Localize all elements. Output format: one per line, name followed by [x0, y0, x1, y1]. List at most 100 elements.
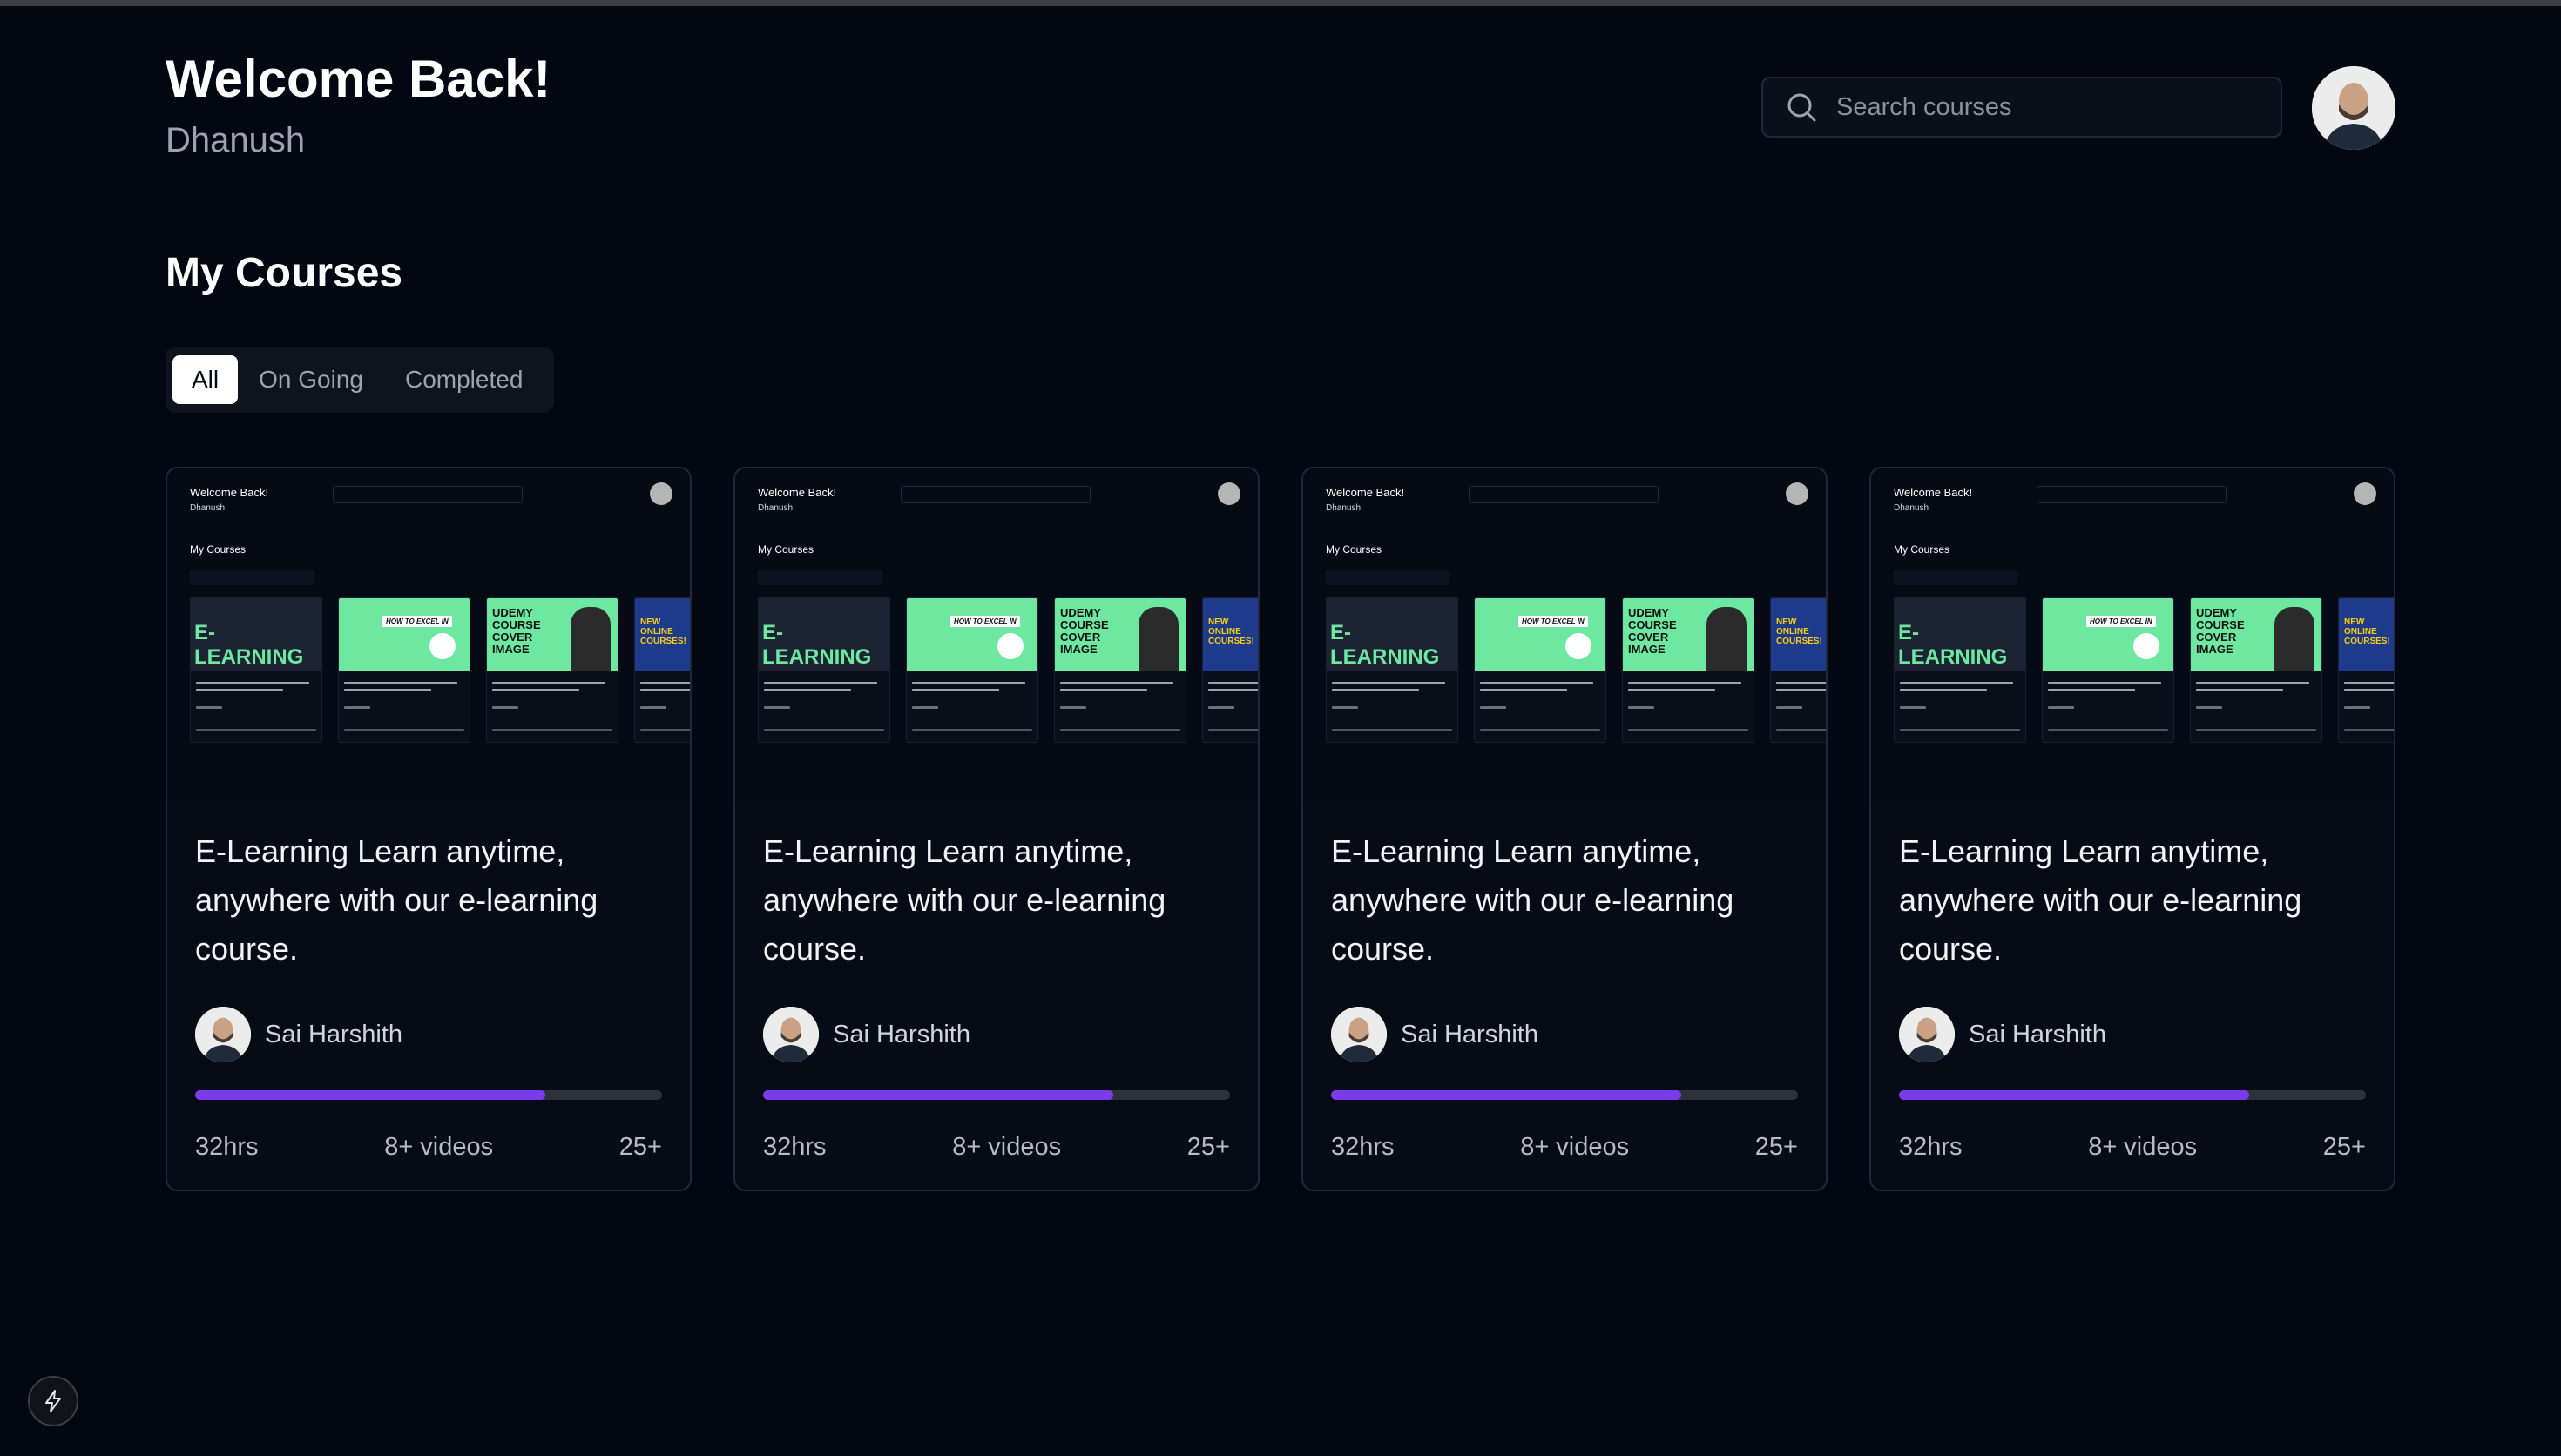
course-progress-fill — [195, 1090, 545, 1100]
course-stats: 32hrs 8+ videos 25+ — [763, 1133, 1230, 1162]
course-card-body: E-Learning Learn anytime, anywhere with … — [1899, 827, 2369, 1162]
thumb-line — [196, 682, 309, 684]
thumb-cover-image: NEW ONLINE COURSES! — [1771, 598, 1826, 671]
course-title: E-Learning Learn anytime, anywhere with … — [763, 833, 1166, 967]
thumb-cover-label: NEW ONLINE COURSES! — [1776, 617, 1822, 646]
thumb-line — [2048, 729, 2168, 731]
search-bar[interactable] — [1761, 77, 2282, 138]
thumb-line — [2048, 706, 2074, 709]
thumb-line — [492, 729, 612, 731]
thumb-line — [912, 706, 938, 709]
author-avatar-image — [763, 1007, 819, 1062]
course-card-body: E-Learning Learn anytime, anywhere with … — [195, 827, 666, 1162]
thumb-cover-label: E-LEARNING — [1330, 621, 1440, 669]
thumb-line — [1332, 706, 1358, 709]
author-avatar — [195, 1007, 251, 1062]
thumb-line — [764, 706, 790, 709]
username: Dhanush — [166, 121, 306, 159]
thumb-cover-image: UDEMY COURSE COVER IMAGE — [2191, 598, 2321, 671]
thumb-line — [1900, 706, 1926, 709]
course-card[interactable]: Welcome Back! Dhanush My Courses E-LEARNING… — [733, 467, 1260, 1191]
author-avatar-image — [1331, 1007, 1387, 1062]
course-card-body: E-Learning Learn anytime, anywhere with … — [763, 827, 1233, 1162]
thumb-card: E-LEARNING — [1326, 597, 1458, 743]
thumb-line — [492, 682, 605, 684]
thumb-cover-label: NEW ONLINE COURSES! — [2344, 617, 2390, 646]
thumb-username: Dhanush — [1326, 503, 1362, 513]
author-name: Sai Harshith — [265, 1020, 402, 1048]
thumb-line — [764, 682, 877, 684]
thumb-cover-image: E-LEARNING — [759, 598, 889, 671]
thumb-tabs — [1894, 570, 2017, 585]
course-thumbnail: Welcome Back! Dhanush My Courses E-LEARNING… — [1303, 468, 1826, 803]
author-name: Sai Harshith — [1969, 1020, 2106, 1048]
thumb-card: HOW TO EXCEL IN — [1474, 597, 1606, 743]
thumb-cover-label: HOW TO EXCEL IN — [950, 616, 1020, 627]
thumb-line — [1628, 729, 1748, 731]
thumb-avatar — [2354, 482, 2376, 505]
thumb-section: My Courses — [758, 543, 814, 556]
excel-icon — [997, 633, 1024, 659]
thumb-line — [1900, 682, 2013, 684]
avatar-image — [2312, 66, 2395, 150]
thumb-line — [2048, 689, 2135, 691]
thumb-tabs — [190, 570, 314, 585]
course-title: E-Learning Learn anytime, anywhere with … — [1331, 833, 1734, 967]
thumb-cover-image: UDEMY COURSE COVER IMAGE — [1623, 598, 1754, 671]
tab-all[interactable]: All — [172, 355, 239, 404]
thumb-welcome: Welcome Back! — [1894, 486, 1973, 499]
user-avatar[interactable] — [2312, 66, 2395, 150]
thumb-cover-image: HOW TO EXCEL IN — [1475, 598, 1605, 671]
thumb-line — [2196, 706, 2222, 709]
thumb-line — [1628, 682, 1741, 684]
course-filter-tabs: All On Going Completed — [166, 347, 554, 413]
thumb-line — [344, 682, 457, 684]
course-videos: 8+ videos — [2088, 1133, 2198, 1161]
thumb-line — [640, 729, 690, 731]
thumb-line — [344, 729, 464, 731]
thumb-cover-image: HOW TO EXCEL IN — [2043, 598, 2173, 671]
bolt-button[interactable] — [28, 1376, 78, 1426]
course-extra: 25+ — [618, 1133, 662, 1161]
tab-on-going[interactable]: On Going — [238, 355, 384, 404]
thumb-line — [1208, 682, 1258, 684]
thumb-cover-label: HOW TO EXCEL IN — [2086, 616, 2156, 627]
thumb-card: NEW ONLINE COURSES! — [634, 597, 690, 743]
thumb-tabs — [758, 570, 882, 585]
thumb-person — [1139, 607, 1179, 671]
author-avatar — [763, 1007, 819, 1062]
thumb-username: Dhanush — [1894, 503, 1929, 513]
course-card[interactable]: Welcome Back! Dhanush My Courses E-LEARNING… — [166, 467, 692, 1191]
thumb-card: UDEMY COURSE COVER IMAGE — [2190, 597, 2322, 743]
thumb-cover-image: NEW ONLINE COURSES! — [635, 598, 690, 671]
thumb-cover-image: E-LEARNING — [1327, 598, 1457, 671]
thumb-avatar — [650, 482, 672, 505]
author-name: Sai Harshith — [1401, 1020, 1538, 1048]
thumb-cover-label: E-LEARNING — [1898, 621, 2008, 669]
thumb-line — [2196, 682, 2309, 684]
thumb-line — [1776, 682, 1826, 684]
thumb-line — [912, 689, 999, 691]
thumb-line — [764, 689, 851, 691]
course-card[interactable]: Welcome Back! Dhanush My Courses E-LEARNING… — [1869, 467, 2395, 1191]
thumb-cover-label: E-LEARNING — [194, 621, 304, 669]
welcome-heading: Welcome Back! — [166, 50, 551, 108]
thumb-section: My Courses — [1894, 543, 1950, 556]
course-title: E-Learning Learn anytime, anywhere with … — [195, 833, 598, 967]
bolt-icon — [45, 1390, 61, 1412]
thumb-line — [1628, 706, 1654, 709]
thumb-line — [2344, 729, 2394, 731]
thumb-line — [1480, 689, 1567, 691]
thumb-cover-label: UDEMY COURSE COVER IMAGE — [1628, 606, 1677, 656]
thumb-line — [196, 689, 283, 691]
thumb-card: UDEMY COURSE COVER IMAGE — [1622, 597, 1754, 743]
course-extra: 25+ — [2322, 1133, 2366, 1161]
thumb-line — [912, 682, 1025, 684]
tab-completed[interactable]: Completed — [384, 355, 544, 404]
thumb-section: My Courses — [190, 543, 247, 556]
thumb-username: Dhanush — [190, 503, 226, 513]
search-input[interactable] — [1835, 91, 2256, 123]
course-card[interactable]: Welcome Back! Dhanush My Courses E-LEARNING… — [1301, 467, 1828, 1191]
thumb-card: HOW TO EXCEL IN — [338, 597, 470, 743]
course-duration: 32hrs — [195, 1133, 259, 1161]
